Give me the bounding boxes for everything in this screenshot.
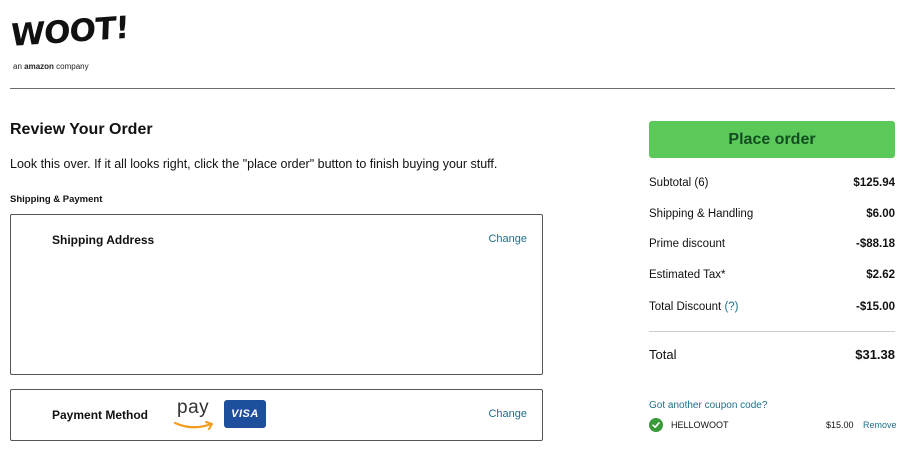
summary-value: -$15.00: [855, 301, 895, 313]
coupon-code: HELLOWOOT: [671, 420, 729, 430]
coupon-remove-link[interactable]: Remove: [863, 420, 897, 430]
amazon-pay-label: pay: [177, 397, 210, 418]
summary-row-shipping: Shipping & Handling $6.00: [649, 208, 895, 220]
header-divider: [10, 88, 895, 89]
summary-value: -$88.18: [855, 238, 895, 250]
logo-wordmark: WOOT!: [10, 9, 130, 54]
summary-divider: [649, 331, 895, 332]
shipping-address-heading: Shipping Address: [52, 233, 155, 247]
total-discount-help-link[interactable]: (?): [724, 301, 738, 313]
coupon-amount: $15.00: [826, 420, 854, 430]
another-coupon-link[interactable]: Got another coupon code?: [649, 400, 767, 411]
summary-value: $2.62: [866, 269, 895, 281]
shipping-address-panel: Shipping Address Change: [10, 214, 543, 375]
shipping-change-link[interactable]: Change: [488, 233, 527, 245]
page-intro: Look this over. If it all looks right, c…: [10, 157, 498, 171]
check-circle-icon: [649, 418, 663, 432]
summary-label: Subtotal (6): [649, 177, 709, 189]
applied-coupon-row: HELLOWOOT $15.00 Remove: [649, 418, 897, 434]
place-order-button[interactable]: Place order: [649, 121, 895, 158]
summary-value: $6.00: [866, 208, 895, 220]
summary-row-total: Total $31.38: [649, 347, 895, 362]
payment-method-panel: Payment Method pay VISA Change: [10, 389, 543, 441]
logo-tagline: an amazon company: [13, 62, 89, 71]
summary-row-total-discount: Total Discount (?) -$15.00: [649, 301, 895, 313]
summary-row-estimated-tax: Estimated Tax* $2.62: [649, 269, 895, 281]
total-value: $31.38: [855, 347, 895, 362]
payment-method-heading: Payment Method: [52, 408, 149, 422]
section-label-shipping-payment: Shipping & Payment: [10, 194, 103, 205]
summary-label: Prime discount: [649, 238, 726, 250]
page-title: Review Your Order: [10, 121, 153, 138]
summary-value: $125.94: [853, 177, 895, 189]
amazon-smile-arrow-icon: [173, 421, 213, 430]
summary-row-subtotal: Subtotal (6) $125.94: [649, 177, 895, 189]
woot-logo[interactable]: WOOT! an amazon company: [10, 10, 129, 76]
total-label: Total: [649, 347, 677, 362]
visa-card-icon: VISA: [224, 400, 266, 428]
summary-row-prime-discount: Prime discount -$88.18: [649, 238, 895, 250]
payment-change-link[interactable]: Change: [488, 408, 527, 420]
summary-label: Total Discount (?): [649, 301, 739, 313]
summary-label: Shipping & Handling: [649, 208, 754, 220]
summary-label: Estimated Tax*: [649, 269, 726, 281]
amazon-pay-icon: pay: [171, 396, 219, 436]
